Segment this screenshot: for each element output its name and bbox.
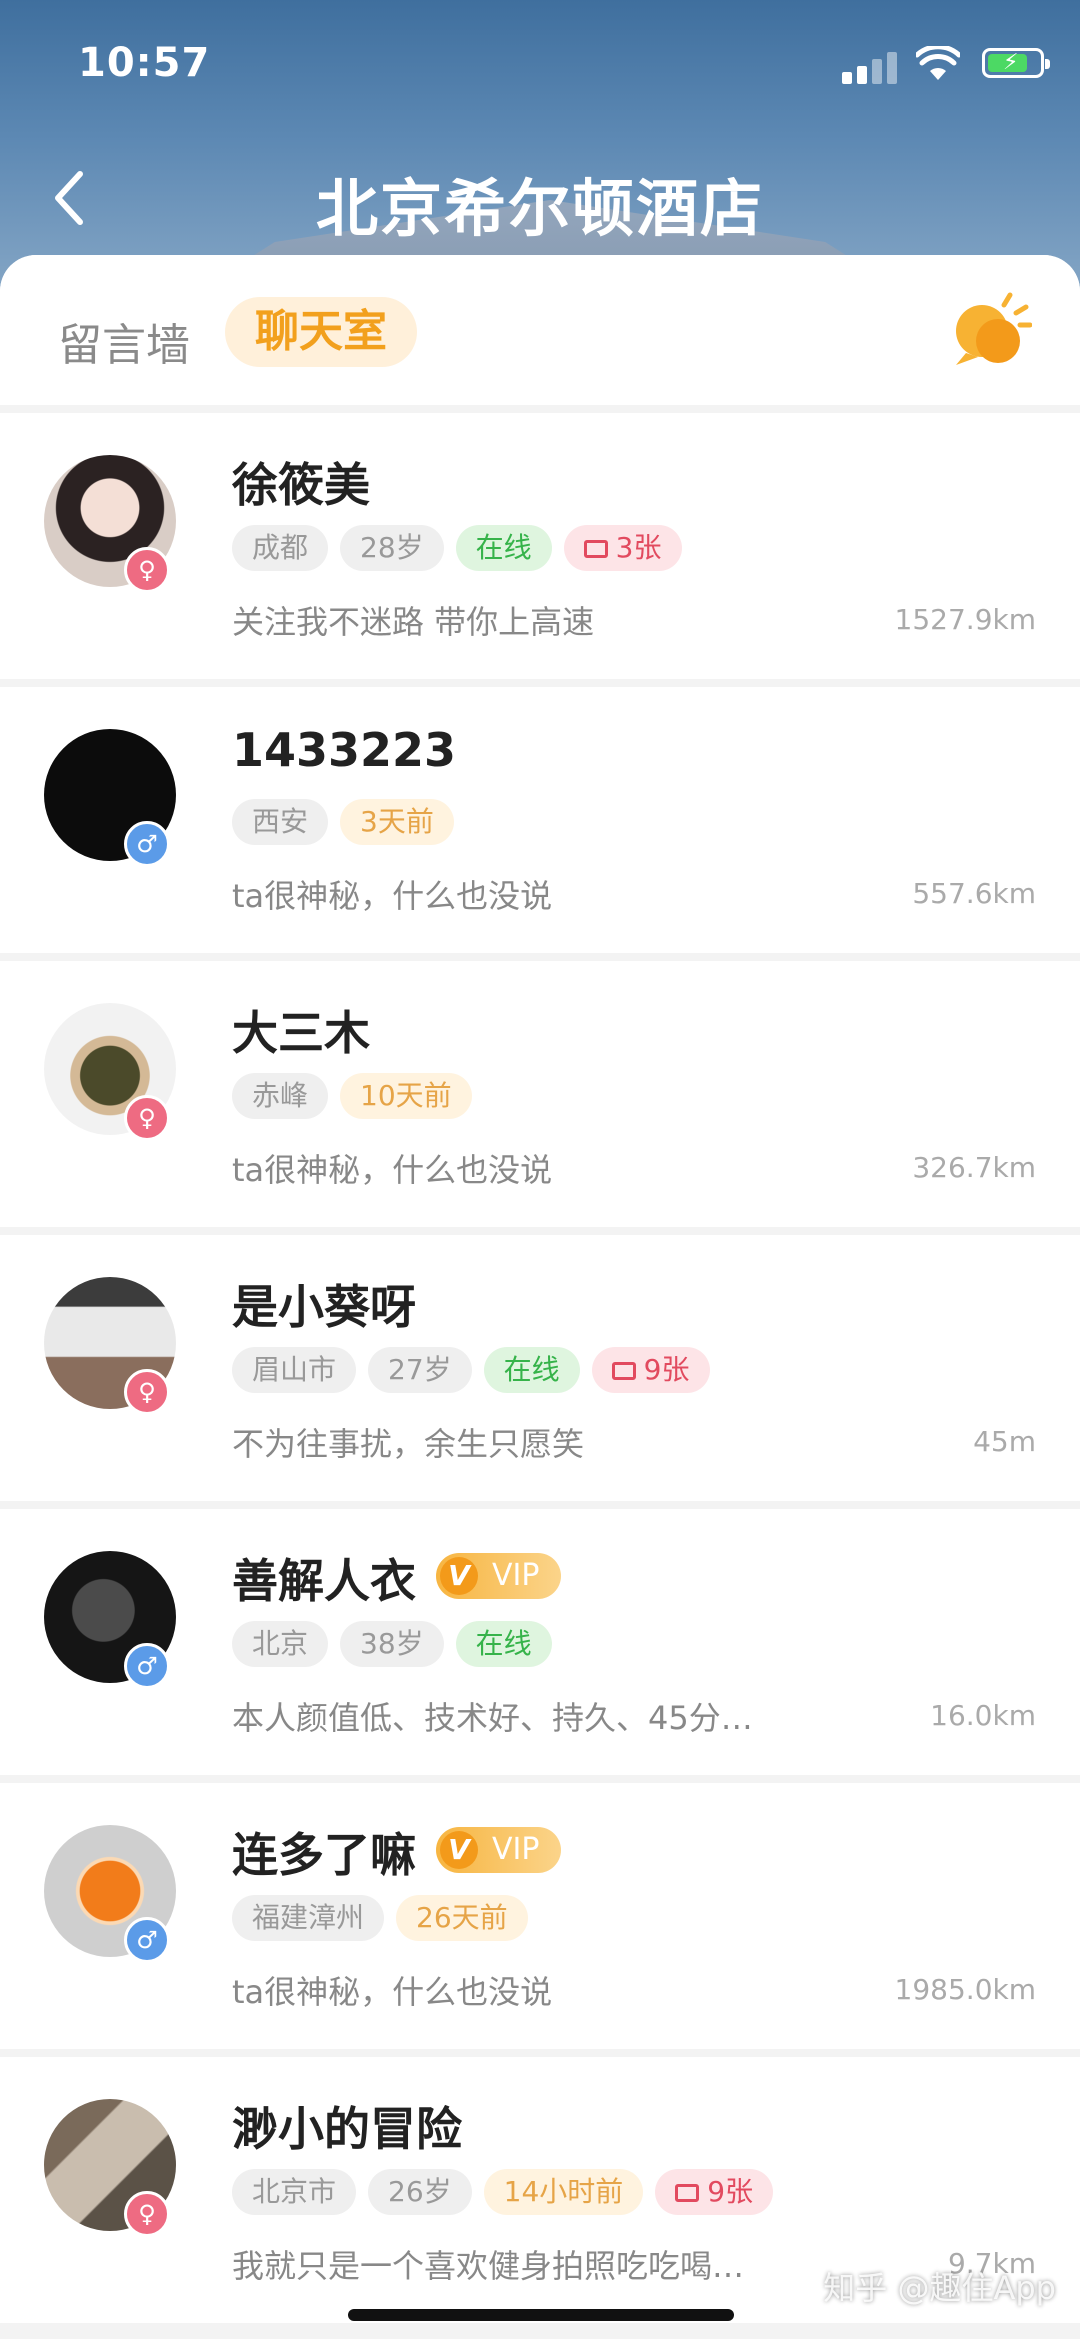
user-tag: 3天前 [340,799,454,845]
user-tag[interactable]: 9张 [591,1347,710,1393]
tag-row: 北京市 26岁 14小时前 9张 [232,2169,785,2217]
user-tag: 26岁 [368,2169,472,2215]
user-tag: 北京市 [232,2169,357,2215]
user-name: 1433223 [232,723,457,777]
distance: 326.7km [912,1151,1036,1184]
female-gender-icon: ♀ [124,547,170,593]
user-bio: ta很神秘，什么也没说 [232,877,553,915]
content-card: 留言墙 聊天室 ♀ 徐筱美 成都 28岁 在线 3张 关注我不迷路 带你上高速 1527.9k… [0,255,1080,2339]
tag-row: 福建漳州 26天前 [232,1895,540,1943]
tag-row: 西安 3天前 [232,799,466,847]
user-tag: 28岁 [340,525,444,571]
user-tag: 27岁 [368,1347,472,1393]
distance: 45m [973,1425,1036,1458]
distance: 16.0km [930,1699,1036,1732]
male-gender-icon: ♂ [124,1643,170,1689]
distance: 1527.9km [894,603,1036,636]
wifi-icon [916,46,960,80]
photo-icon [675,2184,700,2202]
photo-icon [611,1362,636,1380]
user-tag: 26天前 [396,1895,528,1941]
user-tag: 在线 [455,525,552,571]
user-tag: 在线 [455,1621,552,1667]
female-gender-icon: ♀ [124,2191,170,2237]
male-gender-icon: ♂ [124,821,170,867]
user-list-item[interactable]: ♀ 是小葵呀 眉山市 27岁 在线 9张 不为往事扰，余生只愿笑 45m [0,1235,1080,1501]
page-title: 北京希尔顿酒店 [315,172,764,245]
user-tag[interactable]: 3张 [563,525,682,571]
user-list-item[interactable]: ♂ 善解人衣北京 38岁 在线本人颜值低、技术好、持久、45分… 16.0km V VIP [0,1509,1080,1775]
female-gender-icon: ♀ [124,1369,170,1415]
user-list-item[interactable]: ♂ 1433223 西安 3天前 ta很神秘，什么也没说 557.6km [0,687,1080,953]
user-tag: 眉山市 [232,1347,357,1393]
vip-badge: V VIP [436,1827,562,1873]
user-tag: 北京 [232,1621,329,1667]
status-bar: 10:57 ⚡ [0,38,1080,98]
tab-bar: 留言墙 聊天室 [0,255,1080,405]
user-name: 徐筱美 [232,458,370,512]
photo-icon [583,540,608,558]
tag-row: 成都 28岁 在线 3张 [232,525,694,573]
status-time: 10:57 [78,40,211,86]
vip-crown-icon: V [440,1831,478,1869]
user-bio: 关注我不迷路 带你上高速 [232,603,595,641]
cellular-signal-icon [842,50,898,84]
user-name: 大三木 [232,1006,370,1060]
chat-bubble-icon[interactable] [946,291,1032,371]
user-tag: 在线 [483,1347,580,1393]
tag-row: 北京 38岁 在线 [232,1621,564,1669]
male-gender-icon: ♂ [124,1917,170,1963]
distance: 557.6km [912,877,1036,910]
tag-row: 眉山市 27岁 在线 9张 [232,1347,722,1395]
user-name: 渺小的冒险 [232,2102,462,2156]
user-bio: ta很神秘，什么也没说 [232,1151,553,1189]
user-bio: ta很神秘，什么也没说 [232,1973,553,2011]
user-tag: 成都 [232,525,329,571]
user-list-item[interactable]: ♀ 徐筱美成都 28岁 在线 3张关注我不迷路 带你上高速 1527.9km [0,413,1080,679]
tag-row: 赤峰 10天前 [232,1073,484,1121]
watermark: 知乎 @趣住App [823,2269,1056,2307]
vip-badge: V VIP [436,1553,562,1599]
user-list-item[interactable]: ♀ 大三木赤峰 10天前 ta很神秘，什么也没说 326.7km [0,961,1080,1227]
user-list-item[interactable]: ♂ 连多了嘛福建漳州 26天前 ta很神秘，什么也没说 1985.0km V VIP [0,1783,1080,2049]
user-bio: 本人颜值低、技术好、持久、45分… [232,1699,753,1737]
battery-icon: ⚡ [982,48,1050,78]
user-tag: 10天前 [340,1073,472,1119]
user-tag: 38岁 [340,1621,444,1667]
user-tag: 赤峰 [232,1073,329,1119]
home-indicator[interactable] [348,2309,734,2321]
user-tag: 西安 [232,799,329,845]
tab-chat-room[interactable]: 聊天室 [225,297,417,367]
female-gender-icon: ♀ [124,1095,170,1141]
user-name: 连多了嘛 [232,1828,416,1882]
user-name: 是小葵呀 [232,1280,416,1334]
distance: 1985.0km [894,1973,1036,2006]
user-tag: 福建漳州 [232,1895,385,1941]
vip-crown-icon: V [440,1557,478,1595]
user-list: ♀ 徐筱美 成都 28岁 在线 3张 关注我不迷路 带你上高速 1527.9km ♂ 143322… [0,413,1080,2331]
user-bio: 不为往事扰，余生只愿笑 [232,1425,585,1463]
user-bio: 我就只是一个喜欢健身拍照吃吃喝… [232,2247,745,2285]
user-tag[interactable]: 9张 [655,2169,774,2215]
tab-message-wall[interactable]: 留言墙 [58,309,190,373]
user-tag: 14小时前 [483,2169,644,2215]
user-name: 善解人衣 [232,1554,416,1608]
